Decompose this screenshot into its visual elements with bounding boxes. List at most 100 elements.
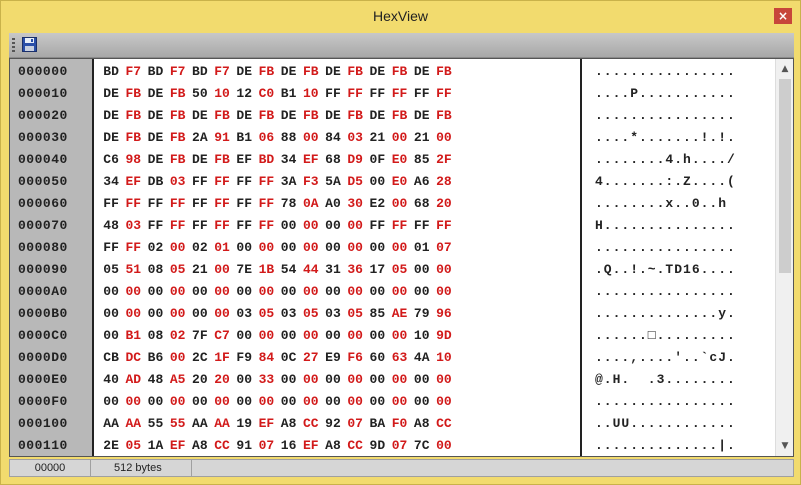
hex-byte[interactable]: 00 bbox=[278, 391, 300, 413]
hex-byte[interactable]: FF bbox=[255, 171, 277, 193]
hex-byte[interactable]: FF bbox=[433, 83, 455, 105]
hex-byte[interactable]: 02 bbox=[167, 325, 189, 347]
hex-byte[interactable]: 30 bbox=[344, 193, 366, 215]
hex-byte[interactable]: DE bbox=[278, 61, 300, 83]
hex-byte[interactable]: 00 bbox=[433, 369, 455, 391]
hex-byte[interactable]: 00 bbox=[300, 127, 322, 149]
hex-byte[interactable]: FF bbox=[189, 193, 211, 215]
hex-byte[interactable]: FF bbox=[322, 83, 344, 105]
hex-byte[interactable]: 00 bbox=[122, 391, 144, 413]
hex-byte[interactable]: B1 bbox=[278, 83, 300, 105]
hex-byte[interactable]: 00 bbox=[233, 325, 255, 347]
vertical-scrollbar[interactable]: ▲ ▼ bbox=[775, 59, 793, 456]
hex-byte[interactable]: 00 bbox=[167, 303, 189, 325]
hex-byte[interactable]: 28 bbox=[433, 171, 455, 193]
hex-byte[interactable]: DB bbox=[144, 171, 166, 193]
hex-byte[interactable]: AA bbox=[189, 413, 211, 435]
hex-byte[interactable]: DE bbox=[100, 127, 122, 149]
hex-byte[interactable]: D9 bbox=[344, 149, 366, 171]
hex-byte[interactable]: CC bbox=[344, 435, 366, 456]
hex-byte[interactable]: 60 bbox=[366, 347, 388, 369]
hex-byte[interactable]: 21 bbox=[189, 259, 211, 281]
hex-byte[interactable]: D5 bbox=[344, 171, 366, 193]
hex-byte[interactable]: 07 bbox=[255, 435, 277, 456]
hex-byte[interactable]: 05 bbox=[388, 259, 410, 281]
hex-byte[interactable]: FF bbox=[433, 215, 455, 237]
hex-byte[interactable]: 50 bbox=[189, 83, 211, 105]
hex-byte[interactable]: FF bbox=[100, 237, 122, 259]
hex-byte[interactable]: FF bbox=[211, 215, 233, 237]
scroll-down-icon[interactable]: ▼ bbox=[776, 438, 793, 454]
hex-byte[interactable]: A6 bbox=[411, 171, 433, 193]
hex-byte[interactable]: 21 bbox=[411, 127, 433, 149]
hex-byte[interactable]: FF bbox=[144, 193, 166, 215]
hex-byte[interactable]: 00 bbox=[388, 369, 410, 391]
hex-byte[interactable]: FF bbox=[167, 215, 189, 237]
hex-byte[interactable]: 0A bbox=[300, 193, 322, 215]
hex-byte[interactable]: BD bbox=[100, 61, 122, 83]
hex-byte[interactable]: 2F bbox=[433, 149, 455, 171]
hex-byte[interactable]: 19 bbox=[233, 413, 255, 435]
hex-byte[interactable]: 1F bbox=[211, 347, 233, 369]
hex-byte[interactable]: CC bbox=[211, 435, 233, 456]
hex-byte[interactable]: 00 bbox=[211, 259, 233, 281]
hex-byte[interactable]: 00 bbox=[189, 391, 211, 413]
hex-byte[interactable]: 78 bbox=[278, 193, 300, 215]
hex-byte[interactable]: FB bbox=[433, 61, 455, 83]
hex-byte[interactable]: 00 bbox=[344, 281, 366, 303]
hex-byte[interactable]: 00 bbox=[100, 391, 122, 413]
hex-byte[interactable]: 00 bbox=[189, 303, 211, 325]
hex-byte[interactable]: 00 bbox=[388, 237, 410, 259]
hex-byte[interactable]: 00 bbox=[255, 237, 277, 259]
hex-byte[interactable]: 7E bbox=[233, 259, 255, 281]
hex-byte[interactable]: 07 bbox=[433, 237, 455, 259]
hex-byte[interactable]: 07 bbox=[344, 413, 366, 435]
hex-byte[interactable]: 00 bbox=[300, 281, 322, 303]
hex-byte[interactable]: 00 bbox=[366, 281, 388, 303]
hex-byte[interactable]: 79 bbox=[411, 303, 433, 325]
hex-byte[interactable]: 00 bbox=[433, 435, 455, 456]
hex-byte[interactable]: DE bbox=[366, 61, 388, 83]
hex-byte[interactable]: FB bbox=[433, 105, 455, 127]
hex-byte[interactable]: 10 bbox=[300, 83, 322, 105]
hex-byte[interactable]: BD bbox=[144, 61, 166, 83]
hex-byte[interactable]: FF bbox=[167, 193, 189, 215]
hex-byte[interactable]: 10 bbox=[433, 347, 455, 369]
hex-byte[interactable]: 07 bbox=[388, 435, 410, 456]
hex-byte[interactable]: 05 bbox=[300, 303, 322, 325]
hex-byte[interactable]: E0 bbox=[388, 171, 410, 193]
hex-byte[interactable]: F7 bbox=[122, 61, 144, 83]
hex-byte[interactable]: CC bbox=[300, 413, 322, 435]
hex-byte[interactable]: BD bbox=[189, 61, 211, 83]
hex-byte[interactable]: 03 bbox=[233, 303, 255, 325]
hex-byte[interactable]: 40 bbox=[100, 369, 122, 391]
hex-byte[interactable]: 68 bbox=[411, 193, 433, 215]
hex-byte[interactable]: 00 bbox=[278, 325, 300, 347]
hex-byte[interactable]: 91 bbox=[233, 435, 255, 456]
hex-byte[interactable]: 00 bbox=[366, 325, 388, 347]
hex-byte[interactable]: 05 bbox=[344, 303, 366, 325]
hex-byte[interactable]: FF bbox=[122, 237, 144, 259]
hex-byte[interactable]: 00 bbox=[366, 171, 388, 193]
hex-byte[interactable]: A8 bbox=[278, 413, 300, 435]
hex-byte[interactable]: A5 bbox=[167, 369, 189, 391]
hex-byte[interactable]: 08 bbox=[144, 325, 166, 347]
hex-byte[interactable]: AE bbox=[388, 303, 410, 325]
hex-byte[interactable]: 00 bbox=[433, 127, 455, 149]
hex-byte[interactable]: 00 bbox=[322, 369, 344, 391]
hex-byte[interactable]: E2 bbox=[366, 193, 388, 215]
hex-byte[interactable]: 00 bbox=[433, 281, 455, 303]
hex-byte[interactable]: 88 bbox=[278, 127, 300, 149]
hex-byte[interactable]: DE bbox=[100, 83, 122, 105]
hex-byte[interactable]: FF bbox=[189, 171, 211, 193]
hex-byte[interactable]: 7C bbox=[411, 435, 433, 456]
hex-byte[interactable]: FF bbox=[411, 215, 433, 237]
hex-byte[interactable]: 0F bbox=[366, 149, 388, 171]
hex-byte[interactable]: 84 bbox=[322, 127, 344, 149]
hex-byte[interactable]: 3A bbox=[278, 171, 300, 193]
hex-byte[interactable]: 63 bbox=[388, 347, 410, 369]
hex-byte[interactable]: 2E bbox=[100, 435, 122, 456]
hex-byte[interactable]: DE bbox=[100, 105, 122, 127]
hex-byte[interactable]: DE bbox=[411, 61, 433, 83]
hex-view-area[interactable]: 000000 000010 000020 000030 000040 000050 0000… bbox=[9, 58, 794, 457]
